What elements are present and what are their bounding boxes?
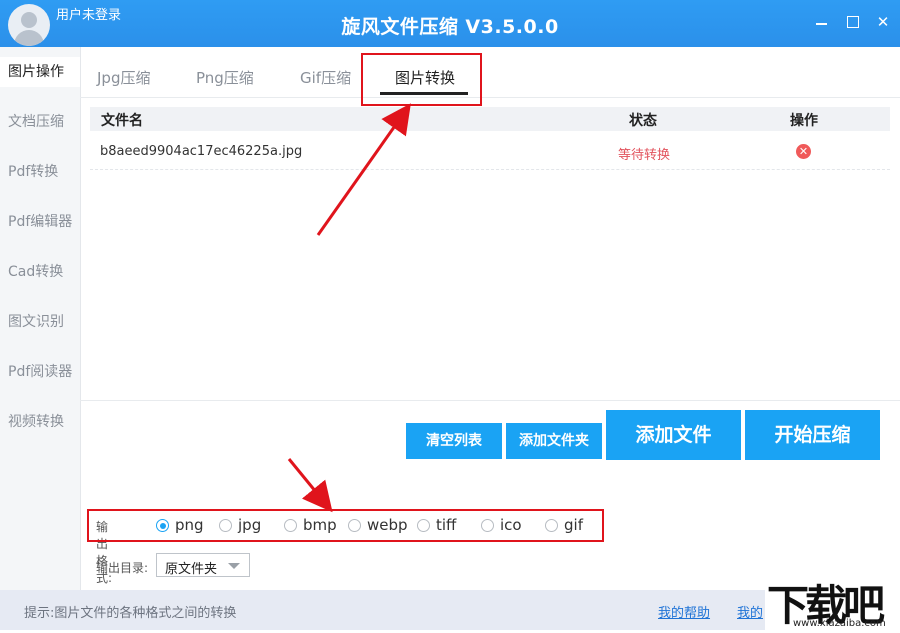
add-file-button[interactable]: 添加文件 — [606, 410, 741, 460]
sidebar-item-image-ops[interactable]: 图片操作 — [0, 57, 80, 87]
watermark-logo: 下载吧 www.xiazaiba.com — [765, 572, 900, 630]
sidebar: 图片操作 文档压缩 Pdf转换 Pdf编辑器 Cad转换 图文识别 Pdf阅读器… — [0, 47, 81, 590]
app-title: 旋风文件压缩 V3.5.0.0 — [341, 16, 559, 38]
close-button[interactable]: ✕ — [875, 14, 891, 30]
my-link[interactable]: 我的 — [737, 602, 763, 621]
minimize-button[interactable] — [814, 14, 830, 30]
status-hint: 提示:图片文件的各种格式之间的转换 — [24, 606, 237, 621]
tab-png-compress[interactable]: Png压缩 — [196, 67, 254, 88]
format-highlight-box — [87, 509, 604, 542]
sidebar-item-pdf-convert[interactable]: Pdf转换 — [0, 157, 80, 187]
arrow-to-format — [287, 458, 333, 513]
tab-bar: Jpg压缩 Png压缩 Gif压缩 图片转换 — [80, 47, 900, 98]
file-table-header: 文件名 状态 操作 — [90, 107, 890, 131]
sidebar-item-video-convert[interactable]: 视频转换 — [0, 407, 80, 437]
title-bar: 用户未登录 旋风文件压缩 V3.5.0.0 ✕ — [0, 0, 900, 47]
sidebar-item-pdf-editor[interactable]: Pdf编辑器 — [0, 207, 80, 237]
maximize-icon — [847, 16, 859, 28]
clear-list-button[interactable]: 清空列表 — [406, 423, 502, 459]
delete-icon[interactable]: ✕ — [796, 144, 811, 159]
add-folder-button[interactable]: 添加文件夹 — [506, 423, 602, 459]
sidebar-item-doc-compress[interactable]: 文档压缩 — [0, 107, 80, 137]
table-row[interactable]: b8aeed9904ac17ec46225a.jpg 等待转换 ✕ — [90, 137, 890, 170]
tab-jpg-compress[interactable]: Jpg压缩 — [97, 67, 150, 88]
sidebar-item-pdf-reader[interactable]: Pdf阅读器 — [0, 357, 80, 387]
start-compress-button[interactable]: 开始压缩 — [745, 410, 880, 460]
row-filename: b8aeed9904ac17ec46225a.jpg — [100, 144, 303, 159]
tab-highlight-box — [361, 53, 482, 106]
maximize-button[interactable] — [845, 14, 861, 30]
tab-gif-compress[interactable]: Gif压缩 — [300, 67, 351, 88]
watermark-url: www.xiazaiba.com — [793, 618, 886, 629]
arrow-to-tab — [316, 103, 411, 236]
header-status: 状态 — [629, 113, 657, 129]
output-dir-label: 输出目录: — [96, 561, 149, 575]
close-icon: ✕ — [876, 13, 890, 31]
minimize-icon — [816, 23, 827, 25]
header-filename: 文件名 — [101, 113, 143, 129]
help-link[interactable]: 我的帮助 — [658, 602, 710, 621]
sidebar-item-cad-convert[interactable]: Cad转换 — [0, 257, 80, 287]
output-dir-value: 原文件夹 — [165, 562, 218, 577]
row-status: 等待转换 — [618, 148, 671, 163]
divider — [80, 400, 900, 401]
header-action: 操作 — [790, 113, 818, 129]
chevron-down-icon — [228, 563, 240, 569]
sidebar-item-ocr[interactable]: 图文识别 — [0, 307, 80, 337]
output-dir-select[interactable]: 原文件夹 — [156, 553, 250, 577]
